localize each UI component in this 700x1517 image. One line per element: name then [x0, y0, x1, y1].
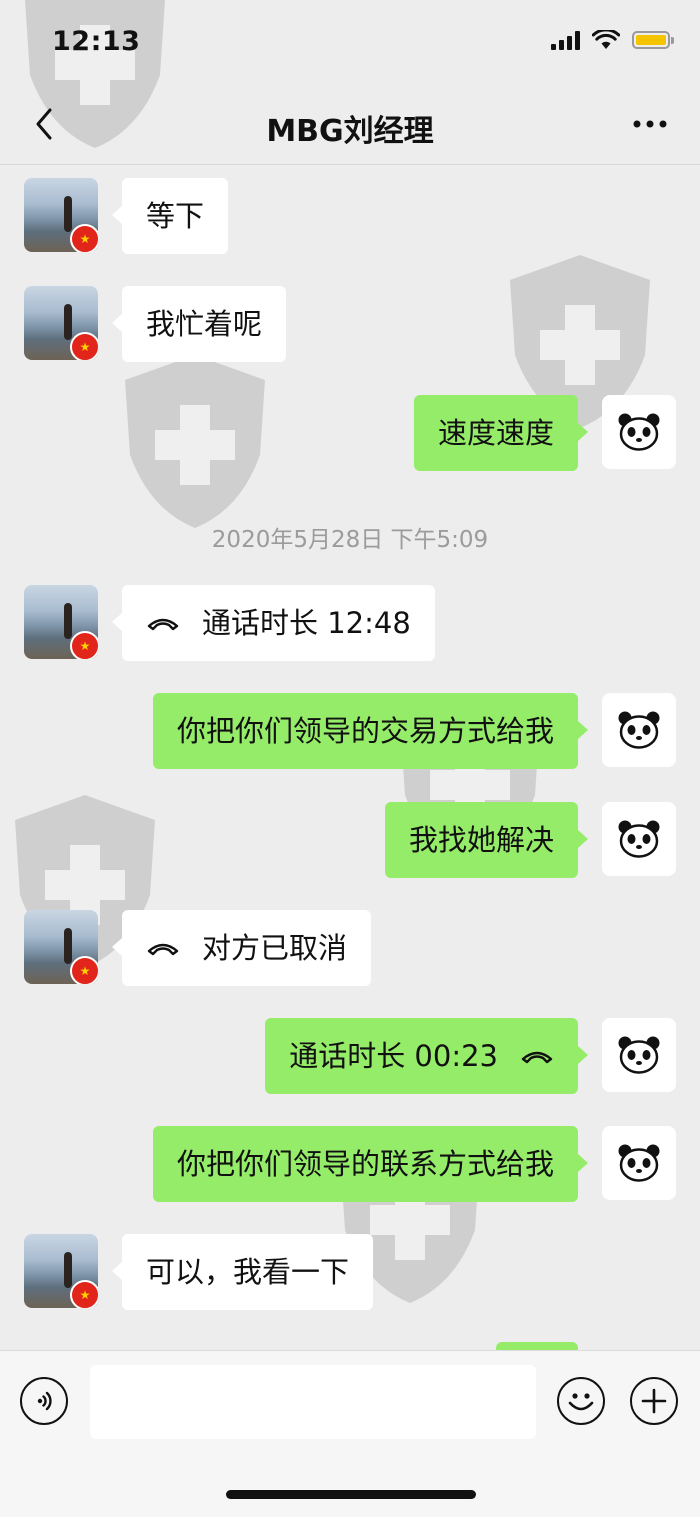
more-dots-icon[interactable]: [630, 104, 670, 144]
message-bubble[interactable]: 你把你们领导的交易方式给我: [152, 693, 589, 769]
message-text: 我忙着呢: [146, 306, 263, 341]
message-text: 通话时长 12:48: [202, 605, 411, 640]
status-icons: [551, 30, 674, 50]
phone-call-icon: [521, 1051, 553, 1064]
message-bubble[interactable]: 你把你们领导的联系方式给我: [152, 1126, 589, 1202]
voice-wave-icon: [37, 1391, 52, 1411]
contact-avatar[interactable]: ★: [24, 1234, 98, 1308]
message-text: 可以，我看一下: [146, 1254, 350, 1289]
message-text: 速度速度: [437, 415, 554, 450]
message-text: 等下: [146, 198, 205, 233]
panda-icon: [618, 1144, 660, 1182]
my-avatar[interactable]: [602, 1018, 676, 1092]
message-input[interactable]: [90, 1365, 536, 1439]
panda-icon: [618, 413, 660, 451]
message-bubble[interactable]: 我忙着呢: [111, 286, 287, 362]
call-message-bubble[interactable]: 对方已取消: [111, 910, 372, 986]
call-message-bubble[interactable]: 通话时长 00:23: [265, 1018, 588, 1094]
panda-icon: [618, 820, 660, 858]
contact-avatar[interactable]: ★: [24, 585, 98, 659]
message-bubble[interactable]: 速度速度: [413, 395, 589, 471]
home-indicator[interactable]: [226, 1490, 476, 1499]
battery-icon: [632, 31, 674, 49]
message-text: 我找她解决: [408, 822, 554, 857]
message-text: 你把你们领导的交易方式给我: [176, 713, 554, 748]
status-time: 12:13: [52, 26, 141, 57]
my-avatar[interactable]: [602, 802, 676, 876]
chat-timestamp: 2020年5月28日 下午5:09: [211, 527, 489, 553]
message-bubble[interactable]: 我找她解决: [384, 802, 589, 878]
message-bubble[interactable]: 可以，我看一下: [111, 1234, 374, 1310]
message-bubble[interactable]: 等下: [111, 178, 229, 254]
wifi-icon: [592, 30, 620, 49]
chat-header: MBG刘经理: [0, 88, 700, 165]
phone-call-icon: [147, 618, 179, 631]
status-bar: 12:13: [0, 0, 700, 88]
plus-sign-icon: [641, 1388, 667, 1414]
emoji-icon[interactable]: [557, 1377, 605, 1425]
contact-avatar[interactable]: ★: [24, 910, 98, 984]
plus-icon[interactable]: [630, 1377, 678, 1425]
message-text: 通话时长 00:23: [289, 1038, 498, 1073]
smiley-face-icon: [568, 1393, 594, 1411]
chat-title: MBG刘经理: [266, 114, 434, 149]
message-text: 对方已取消: [202, 930, 348, 965]
phone-call-icon: [147, 943, 179, 956]
message-text: 你把你们领导的联系方式给我: [176, 1146, 554, 1181]
cellular-signal-icon: [551, 30, 580, 50]
contact-avatar[interactable]: ★: [24, 286, 98, 360]
shield-watermark-icon: [125, 355, 265, 528]
call-message-bubble[interactable]: 通话时长 12:48: [112, 585, 435, 661]
my-avatar[interactable]: [602, 1126, 676, 1200]
contact-avatar[interactable]: ★: [24, 178, 98, 252]
voice-icon[interactable]: [20, 1377, 68, 1425]
panda-icon: [618, 711, 660, 749]
panda-icon: [618, 1036, 660, 1074]
my-avatar[interactable]: [602, 395, 676, 469]
my-avatar[interactable]: [602, 693, 676, 767]
